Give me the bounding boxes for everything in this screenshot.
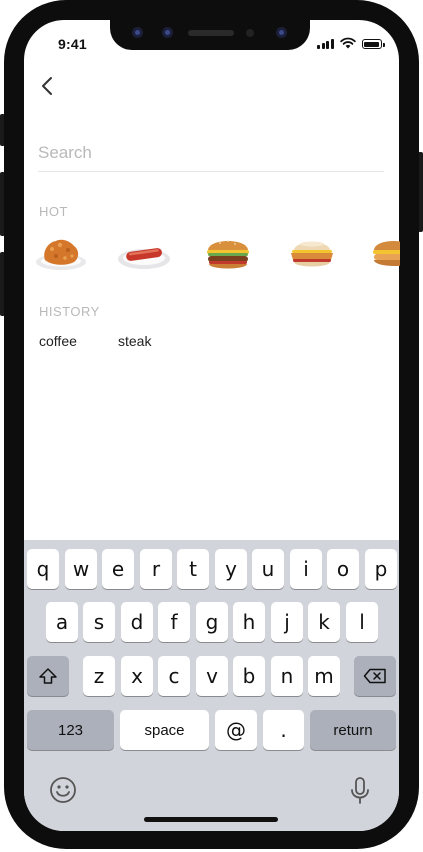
history-item-coffee[interactable]: coffee [39,333,77,349]
key-e[interactable]: e [102,549,134,589]
battery-icon [361,39,385,49]
key-l[interactable]: l [346,602,378,642]
speaker-grille [188,30,234,36]
key-q[interactable]: q [27,549,59,589]
key-c[interactable]: c [158,656,190,696]
key-b[interactable]: b [233,656,265,696]
key-x[interactable]: x [121,656,153,696]
shift-key[interactable] [27,656,69,696]
key-t[interactable]: t [177,549,209,589]
key-p[interactable]: p [365,549,397,589]
sausage-plate-image [118,248,170,269]
home-indicator[interactable] [144,817,278,822]
key-m[interactable]: m [308,656,340,696]
camera-icon [132,27,143,38]
key-s[interactable]: s [83,602,115,642]
hot-section-title: HOT [39,204,68,219]
history-item-steak[interactable]: steak [118,333,151,349]
space-key[interactable]: space [120,710,209,750]
key-z[interactable]: z [83,656,115,696]
numbers-key[interactable]: 123 [27,710,114,750]
key-k[interactable]: k [308,602,340,642]
at-key[interactable]: @ [215,710,257,750]
hot-items-row [34,232,400,276]
key-j[interactable]: j [271,602,303,642]
fried-chicken-image [36,239,86,270]
front-camera-icon [276,27,287,38]
sensor-dot [246,29,254,37]
hot-item-sausage-plate[interactable] [116,232,172,276]
hot-item-burger[interactable] [200,232,256,276]
key-r[interactable]: r [140,549,172,589]
chevron-left-icon [42,77,52,95]
shift-icon [39,668,57,684]
key-i[interactable]: i [290,549,322,589]
hot-item-bagel-sandwich[interactable] [368,232,400,276]
status-icons [317,37,385,49]
keyboard: q w e r t y u i o p a s d f g h j k l z … [24,540,399,831]
key-n[interactable]: n [271,656,303,696]
period-key[interactable]: . [263,710,304,750]
delete-key[interactable] [354,656,396,696]
key-y[interactable]: y [215,549,247,589]
key-f[interactable]: f [158,602,190,642]
key-w[interactable]: w [65,549,97,589]
camera-icon [162,27,173,38]
burger-image [207,240,249,269]
emoji-button[interactable] [49,776,77,804]
key-a[interactable]: a [46,602,78,642]
dictation-button[interactable] [349,776,371,806]
status-time: 9:41 [58,36,87,52]
cellular-signal-icon [317,39,334,49]
key-g[interactable]: g [196,602,228,642]
key-d[interactable]: d [121,602,153,642]
history-section-title: HISTORY [39,304,100,319]
hot-item-fried-chicken[interactable] [34,232,90,276]
return-key[interactable]: return [310,710,396,750]
key-h[interactable]: h [233,602,265,642]
back-button[interactable] [38,74,58,98]
bagel-sandwich-image [373,241,400,266]
wifi-icon [339,37,356,49]
microphone-icon [351,777,369,804]
key-v[interactable]: v [196,656,228,696]
chicken-muffin-image [291,241,333,267]
backspace-icon [363,668,386,684]
emoji-icon [50,777,76,803]
key-o[interactable]: o [327,549,359,589]
key-u[interactable]: u [252,549,284,589]
notch [110,20,310,50]
hot-item-chicken-muffin[interactable] [284,232,340,276]
search-input[interactable] [38,135,384,172]
